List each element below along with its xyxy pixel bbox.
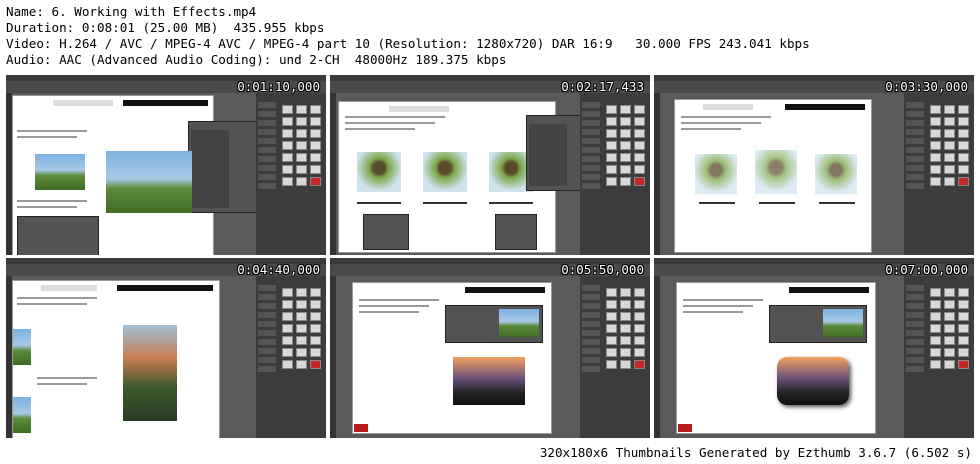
thumbnail-2[interactable]: 0:02:17,433 bbox=[330, 75, 650, 255]
logo-mark bbox=[678, 424, 692, 432]
video-stream-line: Video: H.264 / AVC / MPEG-4 AVC / MPEG-4… bbox=[6, 36, 810, 51]
thumbnail-4[interactable]: 0:04:40,000 bbox=[6, 258, 326, 438]
thumbnail-6[interactable]: 0:07:00,000 bbox=[654, 258, 974, 438]
timestamp: 0:07:00,000 bbox=[885, 262, 968, 277]
document-page bbox=[676, 282, 876, 434]
panels bbox=[256, 276, 326, 438]
generator-credit: 320x180x6 Thumbnails Generated by Ezthum… bbox=[539, 445, 972, 460]
logo-mark bbox=[354, 424, 368, 432]
thumbnail-3[interactable]: 0:03:30,000 bbox=[654, 75, 974, 255]
panels bbox=[256, 93, 326, 255]
thumbnail-1[interactable]: 0:01:10,000 bbox=[6, 75, 326, 255]
effects-dialog[interactable] bbox=[188, 121, 262, 213]
panels bbox=[580, 93, 650, 255]
file-name-line: Name: 6. Working with Effects.mp4 bbox=[6, 4, 257, 19]
document-page bbox=[674, 99, 872, 253]
panels bbox=[904, 276, 974, 438]
timestamp: 0:04:40,000 bbox=[237, 262, 320, 277]
document-page bbox=[12, 280, 220, 438]
timestamp: 0:02:17,433 bbox=[561, 79, 644, 94]
timestamp: 0:05:50,000 bbox=[561, 262, 644, 277]
panels bbox=[580, 276, 650, 438]
timestamp: 0:03:30,000 bbox=[885, 79, 968, 94]
video-metadata: Name: 6. Working with Effects.mp4 Duratio… bbox=[6, 4, 810, 68]
thumbnail-5[interactable]: 0:05:50,000 bbox=[330, 258, 650, 438]
landscape-photo bbox=[106, 151, 192, 213]
duration-line: Duration: 0:08:01 (25.00 MB) 435.955 kbp… bbox=[6, 20, 325, 35]
document-page bbox=[352, 282, 552, 434]
panels bbox=[904, 93, 974, 255]
audio-stream-line: Audio: AAC (Advanced Audio Coding): und … bbox=[6, 52, 507, 67]
timestamp: 0:01:10,000 bbox=[237, 79, 320, 94]
document-page bbox=[338, 101, 556, 253]
mountain-photo bbox=[123, 325, 177, 421]
